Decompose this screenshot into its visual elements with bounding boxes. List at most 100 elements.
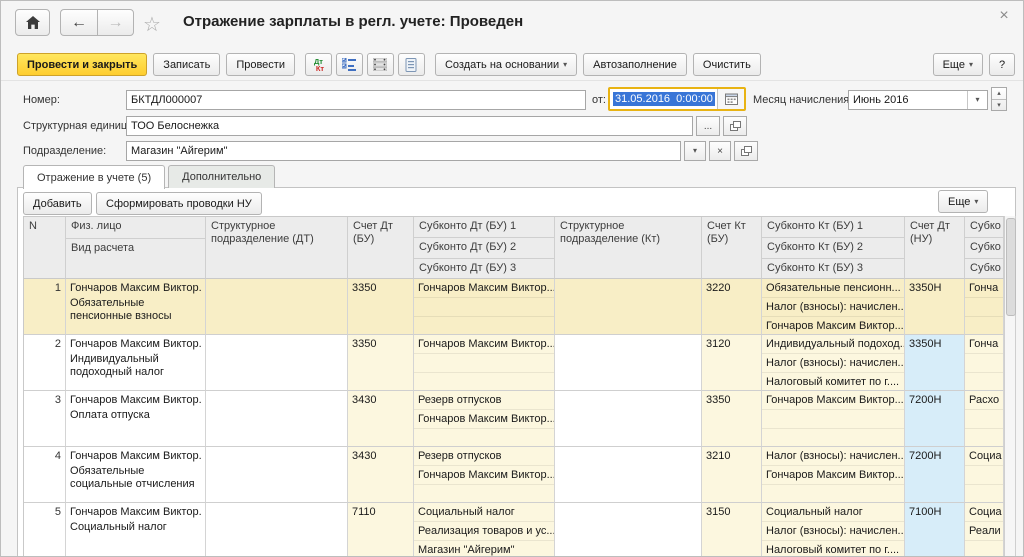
- cell-subconto-kt[interactable]: Индивидуальный подоход...Налог (взносы):…: [762, 335, 905, 391]
- cell-account-kt-bu[interactable]: 3210: [702, 447, 762, 503]
- spin-up-button[interactable]: ▴: [992, 88, 1006, 100]
- table-more-button[interactable]: Еще ▾: [938, 190, 988, 213]
- table-row[interactable]: 5Гончаров Максим Виктор...Социальный нал…: [24, 503, 1004, 557]
- cell-struct-kt[interactable]: [555, 335, 702, 391]
- cell-struct-kt[interactable]: [555, 391, 702, 447]
- command-toolbar: Провести и закрыть Записать Провести ДтК…: [1, 49, 1024, 81]
- table-row[interactable]: 3Гончаров Максим Виктор...Оплата отпуска…: [24, 391, 1004, 447]
- department-open-button[interactable]: [734, 141, 758, 161]
- cell-account-dt-nu[interactable]: 3350Н: [905, 279, 965, 335]
- structural-unit-input[interactable]: ТОО Белоснежка: [126, 116, 693, 136]
- help-button[interactable]: ?: [989, 53, 1015, 76]
- dt-kt-postings-button[interactable]: ДтКт: [305, 53, 332, 76]
- spin-down-button[interactable]: ▾: [992, 100, 1006, 111]
- cell-person[interactable]: Гончаров Максим Виктор...Обязательные со…: [66, 447, 206, 503]
- cell-subconto-nu[interactable]: Социа: [965, 447, 1004, 503]
- structural-unit-open-button[interactable]: [723, 116, 747, 136]
- subconto-line: [965, 372, 1003, 390]
- cell-person[interactable]: Гончаров Максим Виктор...Индивидуальный …: [66, 335, 206, 391]
- calendar-icon: [725, 93, 738, 105]
- favorite-star-icon[interactable]: ☆: [143, 12, 161, 37]
- cell-subconto-nu[interactable]: СоциаРеали: [965, 503, 1004, 557]
- cell-person[interactable]: Гончаров Максим Виктор...Обязательные пе…: [66, 279, 206, 335]
- home-button[interactable]: [15, 9, 50, 36]
- cell-subconto-kt[interactable]: Гончаров Максим Виктор...: [762, 391, 905, 447]
- cell-struct-kt[interactable]: [555, 447, 702, 503]
- cell-account-dt-nu[interactable]: 7200Н: [905, 391, 965, 447]
- cell-line-number[interactable]: 3: [24, 391, 66, 447]
- subconto-line: [965, 465, 1003, 483]
- form-nu-postings-button[interactable]: Сформировать проводки НУ: [96, 192, 262, 215]
- date-input[interactable]: 31.05.2016 0:00:00: [610, 89, 717, 109]
- add-row-button[interactable]: Добавить: [23, 192, 92, 215]
- list-view-button[interactable]: [367, 53, 394, 76]
- back-button[interactable]: ←: [60, 9, 97, 36]
- cell-account-dt-bu[interactable]: 7110: [348, 503, 414, 557]
- cell-subconto-nu[interactable]: Гонча: [965, 279, 1004, 335]
- cell-person[interactable]: Гончаров Максим Виктор...Оплата отпуска: [66, 391, 206, 447]
- cell-account-dt-bu[interactable]: 3430: [348, 447, 414, 503]
- cell-subconto-kt[interactable]: Налог (взносы): начислен...Гончаров Макс…: [762, 447, 905, 503]
- clear-button[interactable]: Очистить: [693, 53, 761, 76]
- table-row[interactable]: 1Гончаров Максим Виктор...Обязательные п…: [24, 279, 1004, 335]
- scrollbar-thumb[interactable]: [1006, 218, 1016, 316]
- cell-subconto-kt[interactable]: Обязательные пенсионн...Налог (взносы): …: [762, 279, 905, 335]
- structural-unit-choose-button[interactable]: ...: [696, 116, 720, 136]
- cell-account-dt-nu[interactable]: 7100Н: [905, 503, 965, 557]
- cell-person[interactable]: Гончаров Максим Виктор...Социальный нало…: [66, 503, 206, 557]
- tab-additional[interactable]: Дополнительно: [168, 165, 275, 188]
- autofill-button[interactable]: Автозаполнение: [583, 53, 687, 76]
- cell-account-dt-bu[interactable]: 3350: [348, 279, 414, 335]
- post-and-close-button[interactable]: Провести и закрыть: [17, 53, 147, 76]
- post-button[interactable]: Провести: [226, 53, 295, 76]
- cell-struct-dt[interactable]: [206, 391, 348, 447]
- report-document-button[interactable]: [398, 53, 425, 76]
- subconto-line: Индивидуальный подоход...: [762, 335, 904, 353]
- department-dropdown-button[interactable]: ▾: [684, 141, 706, 161]
- month-dropdown-button[interactable]: ▾: [967, 91, 987, 109]
- posting-settings-button[interactable]: [336, 53, 363, 76]
- subconto-line: [965, 484, 1003, 502]
- subconto-line: Социа: [965, 447, 1003, 465]
- calendar-button[interactable]: [717, 89, 744, 109]
- cell-subconto-dt[interactable]: Резерв отпусковГончаров Максим Виктор...: [414, 447, 555, 503]
- cell-subconto-dt[interactable]: Социальный налогРеализация товаров и ус.…: [414, 503, 555, 557]
- cell-account-dt-nu[interactable]: 3350Н: [905, 335, 965, 391]
- forward-button[interactable]: →: [97, 9, 134, 36]
- cell-subconto-dt[interactable]: Гончаров Максим Виктор...: [414, 279, 555, 335]
- accrual-month-input[interactable]: Июнь 2016 ▾: [848, 90, 988, 110]
- vertical-scrollbar[interactable]: [1004, 216, 1016, 557]
- cell-struct-kt[interactable]: [555, 503, 702, 557]
- cell-account-kt-bu[interactable]: 3350: [702, 391, 762, 447]
- cell-account-dt-bu[interactable]: 3430: [348, 391, 414, 447]
- cell-subconto-nu[interactable]: Расхо: [965, 391, 1004, 447]
- cell-account-dt-nu[interactable]: 7200Н: [905, 447, 965, 503]
- table-row[interactable]: 4Гончаров Максим Виктор...Обязательные с…: [24, 447, 1004, 503]
- close-icon[interactable]: ×: [995, 7, 1013, 25]
- cell-line-number[interactable]: 2: [24, 335, 66, 391]
- cell-subconto-nu[interactable]: Гонча: [965, 335, 1004, 391]
- cell-struct-dt[interactable]: [206, 335, 348, 391]
- tab-reflection-in-accounting[interactable]: Отражение в учете (5): [23, 165, 165, 189]
- cell-subconto-kt[interactable]: Социальный налогНалог (взносы): начислен…: [762, 503, 905, 557]
- cell-account-kt-bu[interactable]: 3220: [702, 279, 762, 335]
- department-clear-button[interactable]: ×: [709, 141, 731, 161]
- cell-struct-kt[interactable]: [555, 279, 702, 335]
- cell-account-dt-bu[interactable]: 3350: [348, 335, 414, 391]
- write-button[interactable]: Записать: [153, 53, 220, 76]
- cell-line-number[interactable]: 1: [24, 279, 66, 335]
- cell-subconto-dt[interactable]: Резерв отпусковГончаров Максим Виктор...: [414, 391, 555, 447]
- cell-line-number[interactable]: 4: [24, 447, 66, 503]
- more-button[interactable]: Еще ▾: [933, 53, 983, 76]
- cell-line-number[interactable]: 5: [24, 503, 66, 557]
- cell-account-kt-bu[interactable]: 3120: [702, 335, 762, 391]
- create-based-on-button[interactable]: Создать на основании ▾: [435, 53, 577, 76]
- department-input[interactable]: Магазин "Айгерим": [126, 141, 681, 161]
- table-row[interactable]: 2Гончаров Максим Виктор...Индивидуальный…: [24, 335, 1004, 391]
- cell-struct-dt[interactable]: [206, 503, 348, 557]
- number-input[interactable]: БКТДЛ000007: [126, 90, 586, 110]
- cell-struct-dt[interactable]: [206, 279, 348, 335]
- cell-struct-dt[interactable]: [206, 447, 348, 503]
- cell-subconto-dt[interactable]: Гончаров Максим Виктор...: [414, 335, 555, 391]
- cell-account-kt-bu[interactable]: 3150: [702, 503, 762, 557]
